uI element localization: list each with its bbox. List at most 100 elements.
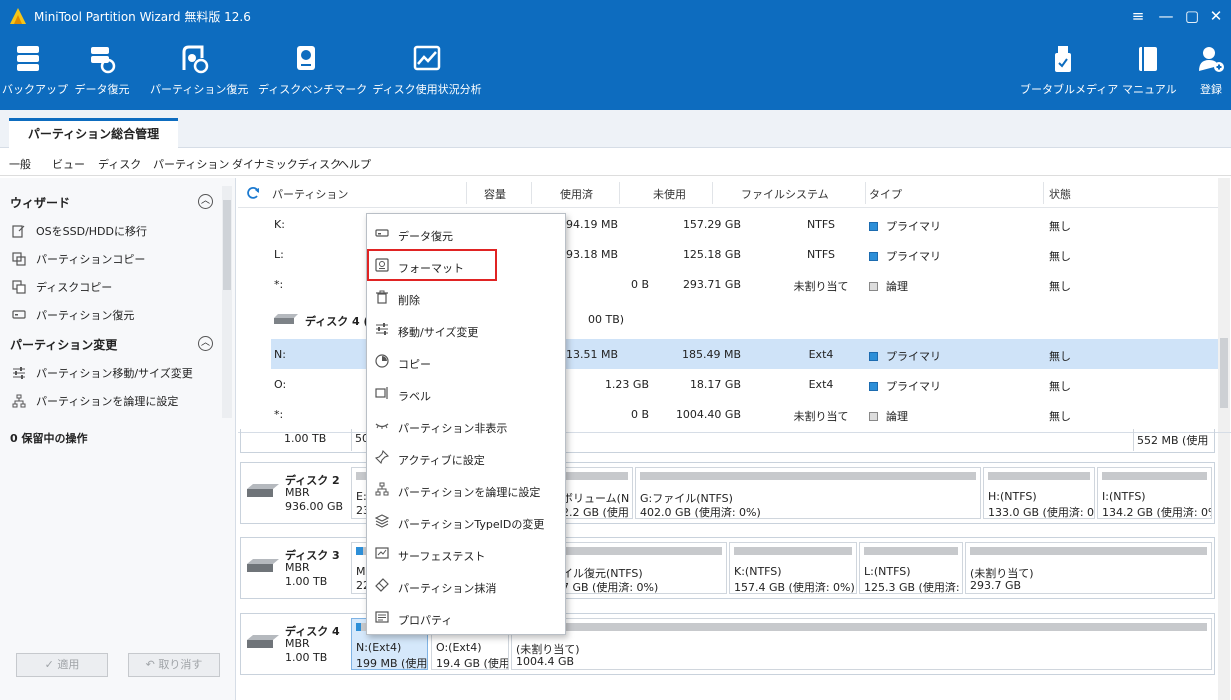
collapse-wizard-icon[interactable]: ︿ xyxy=(198,194,213,209)
resize-icon xyxy=(376,323,388,335)
change-item-set-logical[interactable]: パーティションを論理に設定 xyxy=(12,393,178,409)
pin-icon xyxy=(375,450,389,464)
menu-view[interactable]: ビュー xyxy=(52,156,85,172)
undo-button[interactable]: ↶ 取り消す xyxy=(128,653,220,677)
partition-block[interactable]: ボリューム(N 2.2 GB (使用 xyxy=(559,467,633,519)
wizard-item-partition-copy[interactable]: パーティションコピー xyxy=(12,251,145,267)
col-filesystem[interactable]: ファイルシステム xyxy=(741,186,829,202)
wizard-item-migrate-os[interactable]: OSをSSD/HDDに移行 xyxy=(12,223,147,239)
left-panel-scrollbar[interactable] xyxy=(222,186,232,418)
register-icon xyxy=(1199,47,1224,72)
bootable-media-button[interactable]: ブータブルメディア xyxy=(1020,44,1118,97)
ctx-change-typeid[interactable]: パーティションTypeIDの変更 xyxy=(368,505,564,537)
hide-icon xyxy=(375,423,389,429)
disk-icon xyxy=(274,314,298,324)
trash-icon xyxy=(376,290,388,304)
partition-block[interactable]: (未割り当て) 293.7 GB xyxy=(965,542,1212,594)
maximize-button[interactable]: ▢ xyxy=(1181,5,1203,27)
partition-block[interactable]: G:ファイル(NTFS) 402.0 GB (使用済: 0%) xyxy=(635,467,981,519)
ctx-properties[interactable]: プロパティ xyxy=(368,601,564,633)
bootable-media-icon xyxy=(1055,46,1071,72)
logical-square-icon xyxy=(869,282,878,291)
table-scrollbar[interactable] xyxy=(1218,178,1230,432)
apply-button[interactable]: ✓ 適用 xyxy=(16,653,108,677)
refresh-icon[interactable] xyxy=(246,186,260,200)
migrate-os-icon xyxy=(12,225,25,238)
ctx-set-logical[interactable]: パーティションを論理に設定 xyxy=(368,473,564,505)
disk-info: ディスク 4 MBR 1.00 TB xyxy=(241,614,349,674)
manual-button[interactable]: マニュアル xyxy=(1122,44,1177,97)
partition-recovery-icon xyxy=(182,45,209,74)
menu-bar: 一般 ビュー ディスク パーティション ダイナミックディスク ヘルプ xyxy=(0,150,1231,176)
table-header: パーティション 容量 使用済 未使用 ファイルシステム タイプ 状態 xyxy=(238,178,1218,208)
menu-disk[interactable]: ディスク xyxy=(98,156,141,172)
tab-bar: パーティション総合管理 xyxy=(0,110,1231,149)
menu-general[interactable]: 一般 xyxy=(9,156,31,172)
format-highlight-box xyxy=(367,249,497,281)
menu-dynamic-disk[interactable]: ダイナミックディスク xyxy=(232,156,341,172)
primary-square-icon xyxy=(869,252,878,261)
disk-benchmark-icon xyxy=(297,46,315,70)
col-partition[interactable]: パーティション xyxy=(272,186,348,202)
label-icon xyxy=(375,387,388,399)
disk-info: ディスク 3 MBR 1.00 TB xyxy=(241,538,349,598)
ctx-copy[interactable]: コピー xyxy=(368,345,564,377)
backup-button[interactable]: バックアップ xyxy=(2,44,68,97)
disk-info: ディスク 2 MBR 936.00 GB xyxy=(241,463,349,523)
wizard-item-disk-copy[interactable]: ディスクコピー xyxy=(12,279,112,295)
eraser-icon xyxy=(375,578,389,592)
col-unused[interactable]: 未使用 xyxy=(653,186,686,202)
ctx-move-resize[interactable]: 移動/サイズ変更 xyxy=(368,313,564,345)
menu-icon[interactable]: ≡ xyxy=(1127,5,1149,27)
ctx-wipe-partition[interactable]: パーティション抹消 xyxy=(368,569,564,601)
backup-icon xyxy=(17,46,39,71)
menu-help[interactable]: ヘルプ xyxy=(338,156,371,172)
main-toolbar: バックアップ データ復元 パーティション復元 ディスクベンチマーク ディスク使用… xyxy=(0,32,1231,110)
menu-partition[interactable]: パーティション xyxy=(153,156,229,172)
title-bar: MiniTool Partition Wizard 無料版 12.6 ≡ — ▢… xyxy=(0,0,1231,32)
wizard-section-title: ウィザード xyxy=(10,196,71,210)
wizard-item-partition-recovery[interactable]: パーティション復元 xyxy=(12,307,134,323)
disk-benchmark-button[interactable]: ディスクベンチマーク xyxy=(258,44,367,97)
ctx-set-active[interactable]: アクティブに設定 xyxy=(368,441,564,473)
ctx-label[interactable]: ラベル xyxy=(368,377,564,409)
primary-square-icon xyxy=(869,382,878,391)
minimize-button[interactable]: — xyxy=(1155,5,1177,27)
app-logo-icon xyxy=(10,8,26,24)
surface-test-icon xyxy=(375,547,389,559)
change-section-title: パーティション変更 xyxy=(10,338,118,352)
disk-icon xyxy=(247,635,279,648)
partition-block[interactable]: L:(NTFS)125.3 GB (使用済: 0%) xyxy=(859,542,963,594)
ctx-surface-test[interactable]: サーフェステスト xyxy=(368,537,564,569)
partition-recovery-button[interactable]: パーティション復元 xyxy=(150,44,248,97)
col-used[interactable]: 使用済 xyxy=(560,186,593,202)
register-button[interactable]: 登録 xyxy=(1194,44,1228,97)
pending-operations-title: 0 保留中の操作 xyxy=(10,432,88,445)
primary-square-icon xyxy=(869,352,878,361)
partition-block[interactable]: イル復元(NTFS) 7 GB (使用済: 0%) xyxy=(559,542,727,594)
close-button[interactable]: ✕ xyxy=(1205,5,1227,27)
change-item-move-resize[interactable]: パーティション移動/サイズ変更 xyxy=(12,365,193,381)
partition-block[interactable]: K:(NTFS) 157.4 GB (使用済: 0%) xyxy=(729,542,857,594)
logical-icon xyxy=(375,482,389,496)
partition-block[interactable]: H:(NTFS) 133.0 GB (使用済: 0% xyxy=(983,467,1095,519)
partition-copy-icon xyxy=(12,252,26,266)
collapse-change-icon[interactable]: ︿ xyxy=(198,336,213,351)
ctx-hide-partition[interactable]: パーティション非表示 xyxy=(368,409,564,441)
col-type[interactable]: タイプ xyxy=(869,186,902,202)
window-title: MiniTool Partition Wizard 無料版 12.6 xyxy=(34,10,251,24)
data-recovery-button[interactable]: データ復元 xyxy=(74,44,130,97)
layers-icon xyxy=(375,514,389,528)
ctx-data-recovery[interactable]: データ復元 xyxy=(368,217,564,249)
ctx-delete[interactable]: 削除 xyxy=(368,281,564,313)
tab-partition-management[interactable]: パーティション総合管理 xyxy=(9,118,178,149)
partition-block[interactable]: (未割り当て) 1004.4 GB xyxy=(511,618,1212,670)
disk-map-scrollbar[interactable] xyxy=(1218,433,1230,700)
disk-icon xyxy=(247,484,279,497)
space-analyzer-icon xyxy=(413,45,441,71)
partition-block[interactable]: I:(NTFS) 134.2 GB (使用済: 0% xyxy=(1097,467,1212,519)
col-status[interactable]: 状態 xyxy=(1049,186,1071,202)
col-capacity[interactable]: 容量 xyxy=(484,186,506,202)
space-analyzer-button[interactable]: ディスク使用状況分析 xyxy=(372,44,482,97)
set-logical-icon xyxy=(12,394,26,408)
